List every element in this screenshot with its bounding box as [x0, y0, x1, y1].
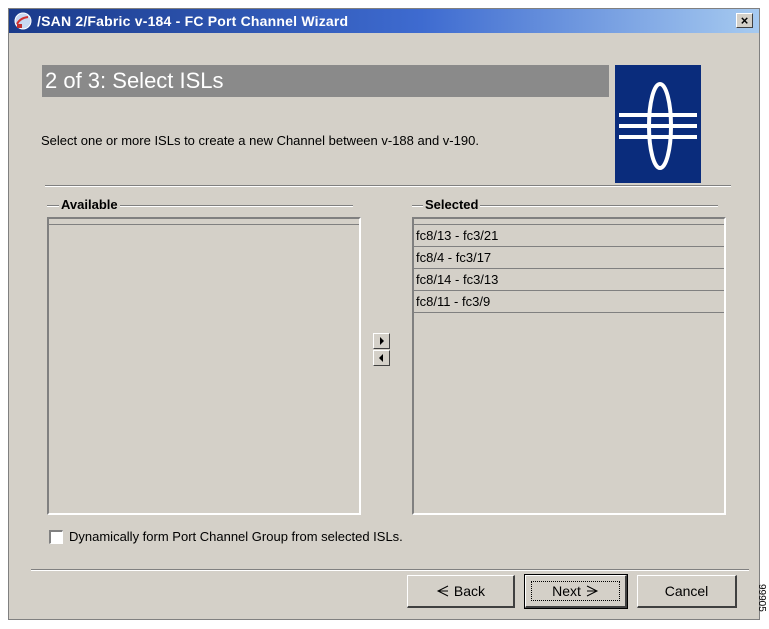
wizard-description: Select one or more ISLs to create a new … [41, 133, 479, 148]
back-button[interactable]: Back [407, 575, 515, 608]
list-item[interactable]: fc8/11 - fc3/9 [414, 291, 724, 313]
back-label: Back [453, 583, 485, 599]
dynamic-group-checkbox[interactable] [49, 530, 63, 544]
available-list-header [49, 219, 359, 225]
step-title: 2 of 3: Select ISLs [45, 68, 224, 93]
top-separator [45, 185, 731, 187]
available-label: Available [59, 197, 120, 212]
next-label: Next [552, 583, 581, 599]
step-title-banner: 2 of 3: Select ISLs [42, 65, 609, 97]
cancel-button[interactable]: Cancel [637, 575, 737, 608]
cancel-label: Cancel [664, 583, 709, 599]
dynamic-group-label: Dynamically form Port Channel Group from… [69, 529, 403, 544]
cisco-fabric-logo-icon [615, 65, 701, 183]
remove-button[interactable] [373, 350, 390, 366]
list-item[interactable]: fc8/14 - fc3/13 [414, 269, 724, 291]
title-bar[interactable]: /SAN 2/Fabric v-184 - FC Port Channel Wi… [9, 9, 759, 33]
list-item[interactable]: fc8/13 - fc3/21 [414, 225, 724, 247]
back-triangle-icon [436, 585, 449, 597]
next-triangle-icon [586, 585, 598, 597]
available-list[interactable] [47, 217, 361, 515]
selected-label: Selected [423, 197, 481, 212]
close-icon: × [740, 13, 749, 28]
close-button[interactable]: × [736, 13, 753, 28]
window-title: /SAN 2/Fabric v-184 - FC Port Channel Wi… [37, 13, 349, 29]
side-mark: 99905 [756, 584, 767, 612]
arrow-right-icon [380, 337, 384, 345]
wizard-window: /SAN 2/Fabric v-184 - FC Port Channel Wi… [8, 8, 760, 620]
arrow-left-icon [379, 354, 383, 362]
selected-list[interactable]: fc8/13 - fc3/21 fc8/4 - fc3/17 fc8/14 - … [412, 217, 726, 515]
add-button[interactable] [373, 333, 390, 349]
globe-icon [14, 12, 32, 30]
bottom-separator [31, 569, 749, 571]
next-button[interactable]: Next [524, 574, 628, 609]
list-item[interactable]: fc8/4 - fc3/17 [414, 247, 724, 269]
